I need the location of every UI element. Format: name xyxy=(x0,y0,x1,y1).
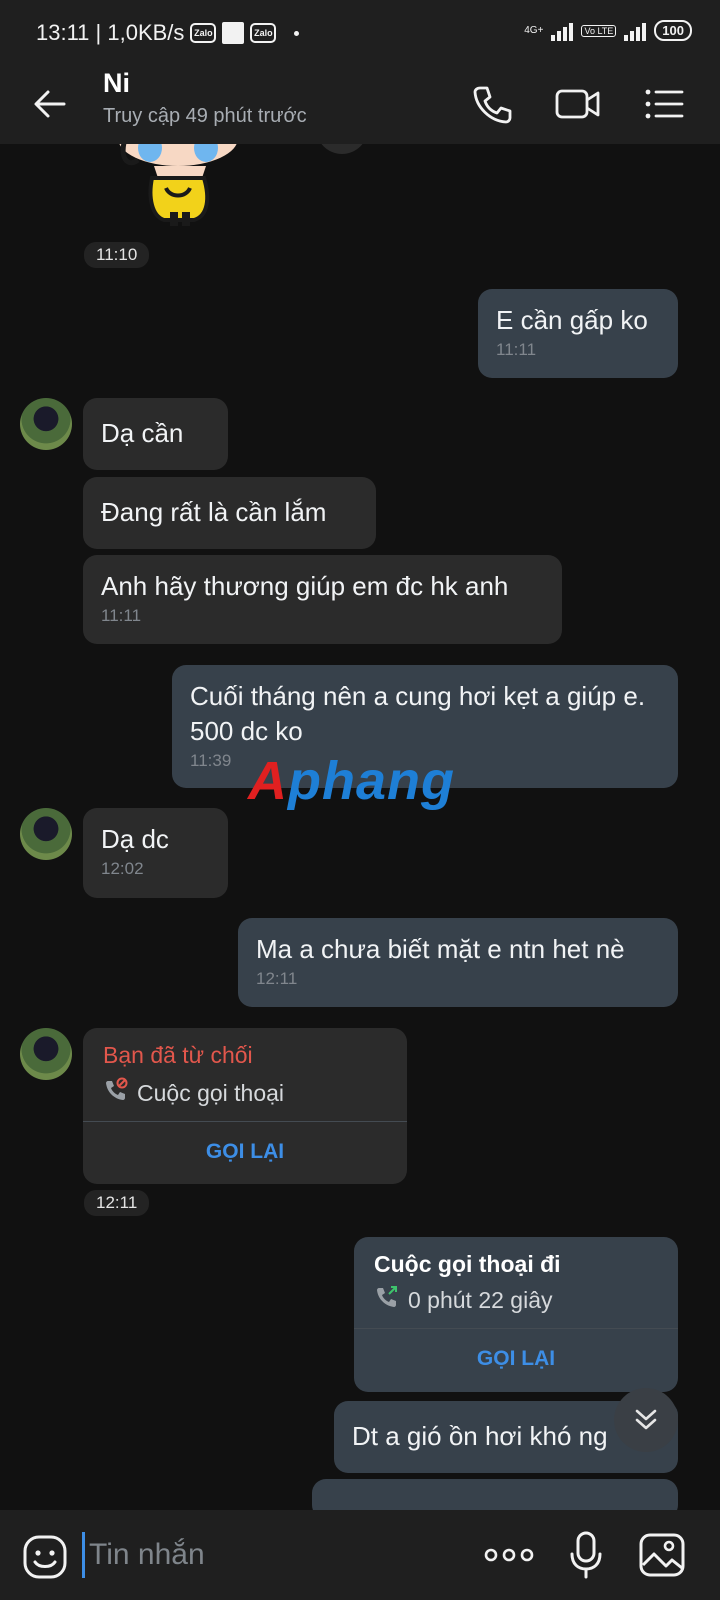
notification-square-icon xyxy=(222,22,245,44)
declined-phone-icon xyxy=(103,1077,129,1109)
zalo-notification-icon-2: Zalo xyxy=(250,23,277,43)
message-time: 11:11 xyxy=(101,606,142,625)
contact-avatar[interactable] xyxy=(20,808,72,860)
message-input[interactable] xyxy=(82,1532,442,1578)
emoji-sticker-icon[interactable] xyxy=(22,1534,68,1585)
outgoing-phone-icon xyxy=(374,1284,400,1316)
message-bubble-outgoing[interactable]: Ma a chưa biết mặt e ntn het nè 12:11 xyxy=(238,918,678,1007)
chat-message-list[interactable]: 11:10 E cần gấp ko 11:11 Dạ cần Đang rất… xyxy=(0,144,720,1510)
message-text: Ma a chưa biết mặt e ntn het nè xyxy=(256,934,625,964)
message-bubble-outgoing[interactable]: E cần gấp ko 11:11 xyxy=(478,289,678,378)
network-type-2: Vo LTE xyxy=(581,24,617,37)
message-time: 12:11 xyxy=(256,969,298,988)
call-back-button[interactable]: GỌI LẠI xyxy=(354,1329,678,1389)
message-time: 11:11 xyxy=(496,340,537,359)
crying-sticker[interactable] xyxy=(118,144,361,235)
message-input-bar xyxy=(0,1510,720,1600)
call-duration-row: 0 phút 22 giây xyxy=(374,1284,658,1316)
watermark-rest: phang xyxy=(288,751,455,811)
status-bar: 13:11 | 1,0KB/s Zalo Zalo 4G+ Vo LTE 100 xyxy=(0,0,720,62)
watermark-first: A xyxy=(248,751,288,811)
outgoing-call-card[interactable]: Cuộc gọi thoại đi 0 phút 22 giây GỌI LẠI xyxy=(354,1237,678,1392)
message-time: 12:02 xyxy=(101,859,144,878)
call-back-button[interactable]: GỌI LẠI xyxy=(83,1122,407,1182)
message-text: Anh hãy thương giúp em đc hk anh xyxy=(101,571,509,601)
more-options-icon[interactable] xyxy=(484,1542,534,1573)
call-duration: 0 phút 22 giây xyxy=(408,1286,553,1313)
call-type-label: Cuộc gọi thoại xyxy=(137,1079,285,1106)
contact-name: Ni xyxy=(103,68,130,98)
call-declined-title: Bạn đã từ chối xyxy=(103,1042,253,1068)
message-text: Đang rất là cần lắm xyxy=(101,497,327,527)
video-call-icon[interactable] xyxy=(554,82,600,126)
call-info: Bạn đã từ chối Cuộc gọi thoại xyxy=(83,1028,407,1121)
status-left: 13:11 | 1,0KB/s Zalo Zalo xyxy=(36,20,300,46)
menu-list-icon[interactable] xyxy=(642,82,686,126)
call-info: Cuộc gọi thoại đi 0 phút 22 giây xyxy=(354,1237,678,1328)
message-bubble-incoming[interactable]: Anh hãy thương giúp em đc hk anh 11:11 xyxy=(83,555,562,644)
message-bubble-incoming[interactable]: Đang rất là cần lắm xyxy=(83,477,376,549)
watermark-logo: Aphang xyxy=(248,750,455,812)
contact-last-seen: Truy cập 49 phút trước xyxy=(103,105,307,127)
message-text: Cuối tháng nên a cung hơi kẹt a giúp e. … xyxy=(190,681,646,746)
more-notifications-dot-icon xyxy=(294,30,300,36)
outgoing-call-title: Cuộc gọi thoại đi xyxy=(374,1251,561,1277)
network-type-1: 4G+ xyxy=(524,25,544,36)
message-bubble-outgoing-partial[interactable] xyxy=(312,1479,678,1510)
contact-avatar[interactable] xyxy=(20,1028,72,1080)
status-right: 4G+ Vo LTE 100 xyxy=(524,20,692,41)
call-time: 12:11 xyxy=(84,1190,150,1216)
back-arrow-icon[interactable] xyxy=(30,84,70,124)
chat-header: Ni Truy cập 49 phút trước xyxy=(0,62,720,144)
image-gallery-icon[interactable] xyxy=(638,1532,686,1583)
double-chevron-down-icon xyxy=(635,1409,657,1430)
message-bubble-incoming[interactable]: Dạ cần xyxy=(83,398,228,470)
message-bubble-incoming[interactable]: Dạ dc 12:02 xyxy=(83,808,228,898)
scroll-to-bottom-button[interactable] xyxy=(614,1388,678,1452)
signal-bars-icon-2 xyxy=(624,21,647,41)
microphone-icon[interactable] xyxy=(568,1530,604,1585)
declined-call-card[interactable]: Bạn đã từ chối Cuộc gọi thoại GỌI LẠI xyxy=(83,1028,407,1184)
message-text: Dạ dc xyxy=(101,824,169,854)
status-time-speed: 13:11 | 1,0KB/s xyxy=(36,20,185,45)
signal-bars-icon xyxy=(551,21,574,41)
battery-indicator: 100 xyxy=(654,20,692,41)
reaction-button[interactable] xyxy=(316,144,368,154)
zalo-notification-icon: Zalo xyxy=(190,23,217,43)
call-type-row: Cuộc gọi thoại xyxy=(103,1077,387,1109)
message-text: Dạ cần xyxy=(101,418,184,448)
phone-icon[interactable] xyxy=(470,82,514,126)
contact-avatar[interactable] xyxy=(20,398,72,450)
contact-title-block[interactable]: Ni Truy cập 49 phút trước xyxy=(103,68,307,128)
message-text: E cần gấp ko xyxy=(496,305,648,335)
sticker-time: 11:10 xyxy=(84,242,150,268)
